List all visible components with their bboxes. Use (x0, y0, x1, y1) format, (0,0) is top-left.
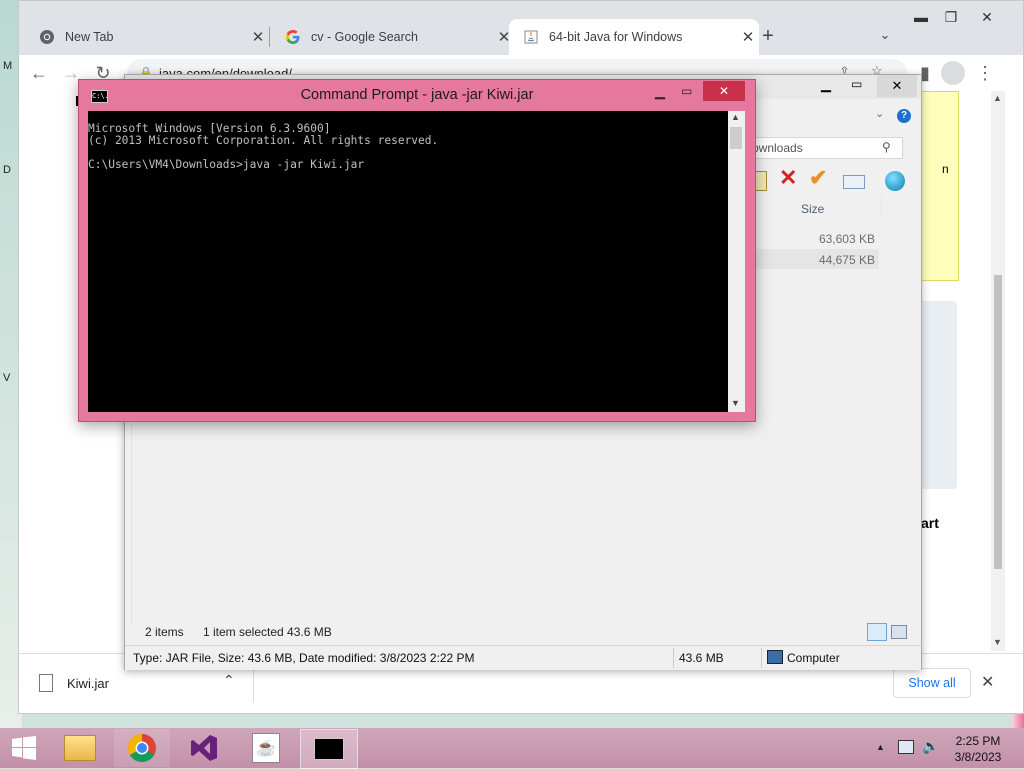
close-window-button[interactable]: ✕ (703, 81, 745, 101)
file-explorer-icon (64, 735, 96, 761)
windows-logo-icon (12, 736, 36, 760)
menu-kebab-icon[interactable]: ⋮ (973, 61, 997, 85)
side-card (919, 301, 957, 489)
chevron-up-icon[interactable]: ⌃ (223, 672, 235, 689)
taskbar-java[interactable]: ☕ (238, 729, 294, 767)
maximize-button[interactable]: ❐ (933, 9, 969, 31)
network-icon[interactable] (898, 740, 914, 754)
notice-text: n (942, 162, 949, 176)
notice-box: n (919, 91, 959, 281)
file-size: 63,603 KB (818, 232, 875, 246)
tab-search-chevron-icon[interactable]: ⌄ (875, 27, 895, 43)
google-icon (285, 29, 301, 45)
tab-java-download[interactable]: 64-bit Java for Windows ✕ (509, 19, 759, 55)
tab-strip: New Tab ✕ cv - Google Search ✕ 64-bit Ja… (19, 1, 1023, 55)
console-line: C:\Users\VM4\Downloads>java -jar Kiwi.ja… (88, 158, 365, 171)
command-prompt-window: C:\. Command Prompt - java -jar Kiwi.jar… (78, 79, 756, 422)
clock[interactable]: 2:25 PM 3/8/2023 (950, 733, 1006, 765)
back-arrow-icon[interactable]: ← (27, 61, 51, 85)
divider (673, 648, 674, 668)
file-size-detail: 43.6 MB (679, 651, 724, 665)
console-line: (c) 2013 Microsoft Corporation. All righ… (88, 134, 439, 147)
large-icons-view-icon[interactable] (891, 625, 907, 639)
scroll-up-arrow-icon[interactable]: ▲ (731, 112, 740, 122)
maximize-button[interactable]: ▭ (681, 84, 692, 98)
maximize-button[interactable]: ▭ (851, 77, 862, 91)
minimize-button[interactable]: ▁ (821, 77, 831, 93)
java-icon (523, 29, 539, 45)
scroll-thumb[interactable] (730, 127, 742, 149)
file-size: 44,675 KB (818, 253, 875, 267)
cmd-scrollbar[interactable]: ▲ ▼ (728, 111, 745, 412)
file-details: Type: JAR File, Size: 43.6 MB, Date modi… (133, 651, 475, 665)
start-button[interactable] (0, 729, 48, 767)
tab-title: cv - Google Search (311, 30, 418, 44)
selection-info: 1 item selected 43.6 MB (203, 625, 332, 639)
java-icon: ☕ (252, 733, 280, 763)
divider (253, 668, 254, 702)
details-view-icon[interactable] (867, 623, 887, 641)
file-icon (39, 674, 53, 692)
chevron-down-icon[interactable]: ⌄ (875, 107, 884, 120)
minimize-button[interactable]: ▁ (655, 84, 665, 100)
close-tab-icon[interactable]: ✕ (247, 28, 269, 46)
console-output[interactable]: Microsoft Windows [Version 6.3.9600] (c) … (88, 111, 728, 412)
explorer-details-bar: Type: JAR File, Size: 43.6 MB, Date modi… (125, 645, 921, 670)
search-placeholder: ownloads (752, 141, 803, 155)
checkmark-icon[interactable]: ✔ (809, 167, 827, 189)
tab-divider (269, 27, 270, 47)
visual-studio-icon (191, 735, 217, 761)
item-count: 2 items (145, 625, 184, 639)
search-icon: ⚲ (882, 140, 891, 154)
show-hidden-icons-chevron-icon[interactable]: ▲ (876, 742, 885, 752)
cmd-title: Command Prompt - java -jar Kiwi.jar (300, 87, 534, 103)
new-tab-button[interactable]: + (757, 25, 779, 47)
scroll-up-arrow-icon[interactable]: ▲ (993, 93, 1002, 103)
desktop-icon-label: D (3, 164, 11, 176)
scroll-down-arrow-icon[interactable]: ▼ (993, 637, 1002, 647)
close-tab-icon[interactable]: ✕ (737, 28, 759, 46)
profile-avatar-icon[interactable] (941, 61, 965, 85)
clock-time: 2:25 PM (955, 734, 1001, 748)
taskbar-command-prompt[interactable] (300, 729, 358, 769)
close-window-button[interactable]: ✕ (969, 9, 1005, 31)
taskbar-chrome[interactable] (114, 729, 170, 767)
scroll-thumb[interactable] (994, 275, 1002, 569)
taskbar-visual-studio[interactable] (176, 729, 232, 767)
globe-icon[interactable] (885, 171, 905, 191)
delete-icon[interactable]: ✕ (779, 167, 797, 189)
scroll-down-arrow-icon[interactable]: ▼ (731, 398, 740, 408)
computer-icon (767, 650, 783, 664)
tab-title: New Tab (65, 30, 114, 44)
tab-title: 64-bit Java for Windows (549, 30, 683, 44)
section-heading-fragment: art (921, 515, 939, 531)
tab-new-tab[interactable]: New Tab ✕ (25, 19, 269, 55)
page-scrollbar[interactable]: ▲ ▼ (991, 91, 1005, 651)
location-text: Computer (787, 651, 840, 665)
column-header-size[interactable]: Size (801, 202, 824, 216)
divider (761, 648, 762, 668)
desktop-icon-label: M (3, 60, 13, 72)
desktop-icon-label: V (3, 372, 11, 384)
show-all-button[interactable]: Show all (893, 668, 971, 698)
search-input[interactable]: ownloads ⚲ (745, 137, 903, 159)
volume-icon[interactable]: 🔈 (922, 738, 939, 755)
command-prompt-icon (314, 738, 344, 760)
chrome-icon (128, 734, 156, 762)
tab-google-search[interactable]: cv - Google Search ✕ (271, 19, 515, 55)
download-file-name[interactable]: Kiwi.jar (67, 676, 109, 691)
cmd-titlebar: C:\. Command Prompt - java -jar Kiwi.jar… (79, 80, 755, 110)
help-icon[interactable]: ? (897, 109, 911, 123)
close-download-bar-icon[interactable]: ✕ (981, 672, 994, 692)
chrome-icon (39, 29, 55, 45)
close-window-button[interactable]: ✕ (877, 75, 917, 97)
properties-icon[interactable] (843, 175, 865, 189)
column-divider (881, 195, 882, 219)
taskbar-file-explorer[interactable] (52, 729, 108, 767)
clock-date: 3/8/2023 (954, 750, 1002, 764)
